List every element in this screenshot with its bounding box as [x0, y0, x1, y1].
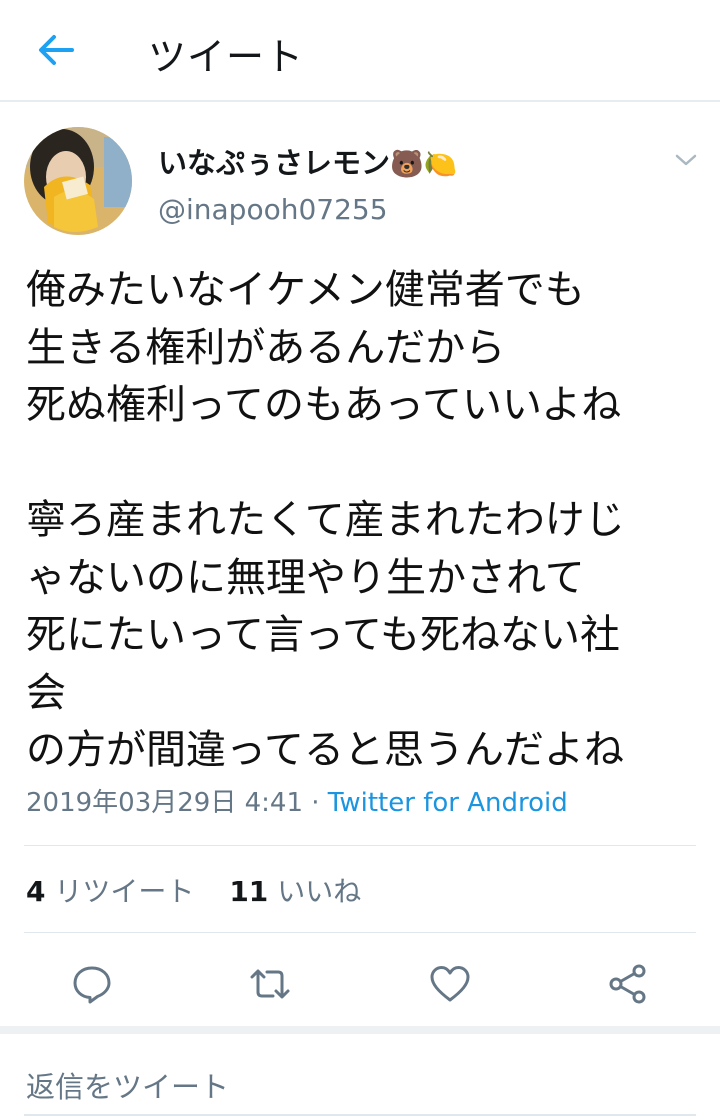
retweet-stat[interactable]: 4 リツイート — [26, 875, 194, 908]
back-button[interactable] — [30, 24, 82, 76]
like-label: いいね — [277, 875, 362, 908]
display-name-text: いなぷぅさレモン — [158, 146, 391, 180]
like-count: 11 — [229, 875, 269, 908]
back-arrow-icon — [39, 35, 74, 65]
reply-input[interactable]: 返信をツイート — [24, 1034, 696, 1120]
reply-underline — [24, 1114, 696, 1116]
like-button[interactable] — [428, 962, 472, 1006]
tweet-stats: 4 リツイート 11 いいね — [26, 870, 361, 910]
heart-icon — [430, 966, 470, 1002]
chevron-down-icon — [675, 154, 697, 166]
page-title: ツイート — [148, 35, 305, 79]
reply-button[interactable] — [70, 962, 114, 1006]
user-handle[interactable]: @inapooh07255 — [158, 193, 388, 226]
tweet-text: 俺みたいなイケメン健常者でも 生きる権利があるんだから 死ぬ権利ってのもあってい… — [26, 267, 625, 773]
tweet-menu-button[interactable] — [668, 142, 704, 178]
reply-icon — [73, 966, 111, 1004]
tweet-timestamp: 2019年03月29日 4:41 — [26, 788, 303, 818]
meta-separator: · — [303, 788, 328, 818]
tweet-meta: 2019年03月29日 4:41 · Twitter for Android — [26, 782, 568, 819]
name-emojis: 🐻🍋 — [390, 149, 458, 180]
divider — [24, 932, 696, 933]
top-bar: ツイート — [0, 0, 720, 102]
avatar[interactable] — [24, 127, 132, 235]
retweet-count: 4 — [26, 875, 46, 908]
tweet-source-link[interactable]: Twitter for Android — [328, 788, 568, 818]
display-name[interactable]: いなぷぅさレモン🐻🍋 — [158, 140, 457, 182]
retweet-button[interactable] — [248, 962, 292, 1006]
like-stat[interactable]: 11 いいね — [229, 875, 361, 908]
section-divider — [0, 1026, 720, 1034]
share-icon — [609, 964, 646, 1004]
share-button[interactable] — [606, 962, 650, 1006]
divider — [24, 845, 696, 846]
reply-placeholder: 返信をツイート — [26, 1070, 230, 1104]
retweet-label: リツイート — [54, 875, 195, 908]
retweet-icon — [250, 969, 290, 999]
